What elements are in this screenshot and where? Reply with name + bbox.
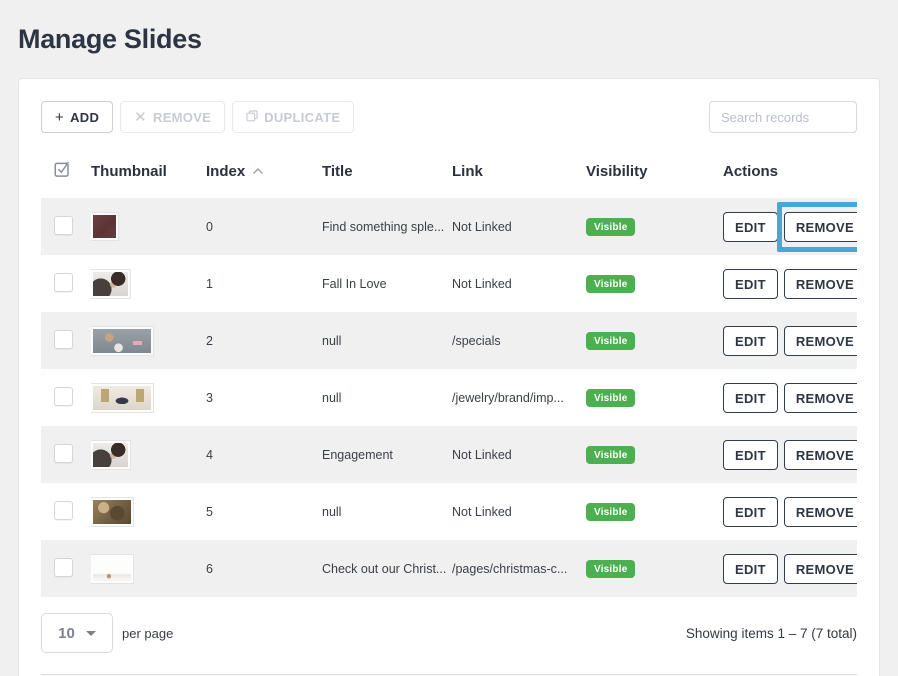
remove-button-highlight: REMOVE — [777, 202, 857, 252]
slide-thumbnail — [91, 213, 118, 240]
table-row: 2 null /specials Visible EDIT REMOVE — [41, 312, 857, 369]
title-cell: null — [322, 312, 452, 369]
per-page-select[interactable]: 10 — [41, 613, 113, 653]
remove-button-highlight: REMOVE — [784, 497, 857, 527]
slide-thumbnail — [91, 384, 153, 412]
index-cell: 4 — [206, 426, 322, 483]
index-cell: 0 — [206, 198, 322, 255]
slide-thumbnail — [91, 441, 130, 469]
remove-button[interactable]: REMOVE — [784, 383, 857, 413]
remove-selected-button[interactable]: ✕ REMOVE — [120, 101, 225, 133]
remove-button[interactable]: REMOVE — [784, 497, 857, 527]
row-checkbox[interactable] — [54, 501, 73, 520]
slide-thumbnail — [91, 270, 130, 298]
row-checkbox[interactable] — [54, 273, 73, 292]
title-cell: null — [322, 369, 452, 426]
cross-icon: ✕ — [134, 110, 147, 125]
edit-button[interactable]: EDIT — [723, 326, 778, 356]
visibility-badge: Visible — [586, 446, 635, 464]
edit-button[interactable]: EDIT — [723, 212, 778, 242]
table-row: 3 null /jewelry/brand/imp... Visible EDI… — [41, 369, 857, 426]
remove-button[interactable]: REMOVE — [784, 326, 857, 356]
search-input[interactable] — [709, 101, 857, 133]
chevron-down-icon — [86, 631, 96, 636]
select-all-icon — [54, 165, 72, 182]
remove-button[interactable]: REMOVE — [784, 440, 857, 470]
column-header-title: Title — [322, 150, 452, 198]
slide-thumbnail — [91, 555, 133, 583]
link-cell: Not Linked — [452, 483, 586, 540]
edit-button[interactable]: EDIT — [723, 383, 778, 413]
link-cell: Not Linked — [452, 198, 586, 255]
index-cell: 1 — [206, 255, 322, 312]
edit-button[interactable]: EDIT — [723, 440, 778, 470]
remove-button[interactable]: REMOVE — [784, 554, 857, 584]
visibility-badge: Visible — [586, 275, 635, 293]
column-header-index[interactable]: Index — [206, 150, 322, 198]
visibility-badge: Visible — [586, 503, 635, 521]
footer-divider — [41, 674, 857, 675]
link-cell: Not Linked — [452, 426, 586, 483]
sort-ascending-icon — [252, 162, 264, 179]
results-summary: Showing items 1 – 7 (7 total) — [686, 626, 857, 641]
index-cell: 3 — [206, 369, 322, 426]
column-header-actions: Actions — [723, 150, 857, 198]
row-checkbox[interactable] — [54, 558, 73, 577]
slide-thumbnail — [91, 327, 153, 355]
table-row: 5 null Not Linked Visible EDIT REMOVE — [41, 483, 857, 540]
index-cell: 5 — [206, 483, 322, 540]
add-button[interactable]: + ADD — [41, 101, 113, 133]
per-page-label: per page — [122, 626, 173, 641]
slides-table: Thumbnail Index Title Link Visibility Ac… — [41, 150, 857, 597]
table-header-row: Thumbnail Index Title Link Visibility Ac… — [41, 150, 857, 198]
title-cell: Find something sple... — [322, 198, 452, 255]
title-cell: null — [322, 483, 452, 540]
visibility-badge: Visible — [586, 389, 635, 407]
plus-icon: + — [55, 110, 64, 125]
visibility-badge: Visible — [586, 332, 635, 350]
remove-button-highlight: REMOVE — [784, 326, 857, 356]
visibility-badge: Visible — [586, 218, 635, 236]
edit-button[interactable]: EDIT — [723, 497, 778, 527]
remove-button-highlight: REMOVE — [784, 269, 857, 299]
table-row: 0 Find something sple... Not Linked Visi… — [41, 198, 857, 255]
column-header-link: Link — [452, 150, 586, 198]
row-checkbox[interactable] — [54, 216, 73, 235]
row-checkbox[interactable] — [54, 387, 73, 406]
link-cell: /jewelry/brand/imp... — [452, 369, 586, 426]
visibility-badge: Visible — [586, 560, 635, 578]
title-cell: Fall In Love — [322, 255, 452, 312]
duplicate-button[interactable]: DUPLICATE — [232, 101, 354, 133]
table-row: 4 Engagement Not Linked Visible EDIT REM… — [41, 426, 857, 483]
column-header-thumbnail: Thumbnail — [91, 150, 206, 198]
toolbar: + ADD ✕ REMOVE DUPLICATE — [41, 101, 857, 133]
select-all-checkbox[interactable] — [41, 150, 91, 198]
manage-slides-page: Manage Slides + ADD ✕ REMOVE — [0, 0, 898, 676]
link-cell: /specials — [452, 312, 586, 369]
link-cell: /pages/christmas-c... — [452, 540, 586, 597]
remove-button-highlight: REMOVE — [784, 383, 857, 413]
table-row: 1 Fall In Love Not Linked Visible EDIT R… — [41, 255, 857, 312]
duplicate-icon — [246, 110, 258, 125]
page-title: Manage Slides — [18, 24, 880, 55]
remove-button[interactable]: REMOVE — [784, 212, 857, 242]
remove-button[interactable]: REMOVE — [784, 269, 857, 299]
column-header-visibility: Visibility — [586, 150, 723, 198]
row-checkbox[interactable] — [54, 444, 73, 463]
edit-button[interactable]: EDIT — [723, 554, 778, 584]
link-cell: Not Linked — [452, 255, 586, 312]
table-row: 6 Check out our Christ... /pages/christm… — [41, 540, 857, 597]
edit-button[interactable]: EDIT — [723, 269, 778, 299]
slides-card: + ADD ✕ REMOVE DUPLICATE — [18, 78, 880, 676]
title-cell: Check out our Christ... — [322, 540, 452, 597]
slide-thumbnail — [91, 498, 133, 526]
title-cell: Engagement — [322, 426, 452, 483]
table-footer: 10 per page Showing items 1 – 7 (7 total… — [41, 613, 857, 653]
row-checkbox[interactable] — [54, 330, 73, 349]
remove-button-highlight: REMOVE — [784, 554, 857, 584]
index-cell: 2 — [206, 312, 322, 369]
index-cell: 6 — [206, 540, 322, 597]
remove-button-highlight: REMOVE — [784, 440, 857, 470]
